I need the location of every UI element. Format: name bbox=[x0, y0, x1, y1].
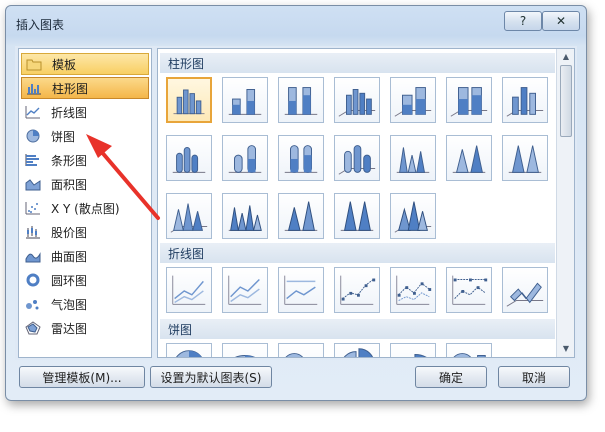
chart-thumb-3d-stacked-column[interactable] bbox=[390, 77, 436, 123]
chart-thumb-exploded-pie[interactable] bbox=[334, 343, 380, 357]
line-chart-icon bbox=[25, 105, 41, 119]
stock-chart-icon bbox=[25, 225, 41, 239]
chart-thumb-pie-of-pie[interactable] bbox=[278, 343, 324, 357]
category-item-stock[interactable]: 股价图 bbox=[21, 221, 149, 243]
bar-chart-icon bbox=[25, 153, 41, 167]
category-item-bar[interactable]: 条形图 bbox=[21, 149, 149, 171]
chart-thumb-clustered-cone[interactable] bbox=[390, 135, 436, 181]
chart-thumb-percent-stacked-pyramid[interactable] bbox=[334, 193, 380, 239]
category-item-line[interactable]: 折线图 bbox=[21, 101, 149, 123]
chart-thumb-stacked-column[interactable] bbox=[222, 77, 268, 123]
category-item-scatter[interactable]: X Y (散点图) bbox=[21, 197, 149, 219]
chart-thumb-percent-stacked-column[interactable] bbox=[278, 77, 324, 123]
chart-thumb-3d-line[interactable] bbox=[502, 267, 548, 313]
category-label: 面积图 bbox=[51, 177, 88, 192]
section-header-line: 折线图 bbox=[160, 243, 555, 263]
pie-chart-icon bbox=[25, 129, 41, 143]
chart-thumb-3d-column[interactable] bbox=[502, 77, 548, 123]
area-chart-icon bbox=[25, 177, 41, 191]
category-label: 圆环图 bbox=[51, 273, 88, 288]
chart-thumb-stacked-cone[interactable] bbox=[446, 135, 492, 181]
chart-thumb-pie[interactable] bbox=[166, 343, 212, 357]
close-button[interactable]: ✕ bbox=[542, 11, 580, 31]
scroll-down-icon[interactable]: ▼ bbox=[560, 343, 572, 355]
category-item-area[interactable]: 面积图 bbox=[21, 173, 149, 195]
ok-button[interactable]: 确定 bbox=[415, 366, 487, 388]
category-label: 曲面图 bbox=[51, 249, 88, 264]
category-label: 股价图 bbox=[51, 225, 88, 240]
column-chart-icon bbox=[26, 81, 42, 95]
bubble-chart-icon bbox=[25, 297, 41, 311]
set-default-chart-button[interactable]: 设置为默认图表(S) bbox=[150, 366, 272, 388]
folder-icon bbox=[26, 57, 42, 71]
category-label: 折线图 bbox=[51, 105, 88, 120]
scroll-up-icon[interactable]: ▲ bbox=[560, 51, 572, 63]
chart-thumb-3d-percent-stacked-column[interactable] bbox=[446, 77, 492, 123]
title-bar: 插入图表 ? ✕ bbox=[6, 6, 586, 40]
chart-thumb-line-with-markers[interactable] bbox=[334, 267, 380, 313]
dialog-body: 模板 柱形图 折线图 饼图 条形图 面积图 X Y (散点图) 股价图 曲面图 … bbox=[15, 46, 577, 360]
chart-thumb-clustered-cylinder[interactable] bbox=[166, 135, 212, 181]
category-label: 模板 bbox=[52, 57, 77, 72]
category-label: 雷达图 bbox=[51, 321, 88, 336]
category-label: X Y (散点图) bbox=[51, 201, 120, 216]
dialog-title: 插入图表 bbox=[16, 18, 65, 32]
chart-thumb-3d-clustered-column[interactable] bbox=[334, 77, 380, 123]
category-label: 饼图 bbox=[51, 129, 76, 144]
chart-thumb-stacked-cylinder[interactable] bbox=[222, 135, 268, 181]
chart-thumb-stacked-line[interactable] bbox=[222, 267, 268, 313]
radar-chart-icon bbox=[25, 321, 41, 335]
chart-category-list: 模板 柱形图 折线图 饼图 条形图 面积图 X Y (散点图) 股价图 曲面图 … bbox=[18, 48, 152, 358]
chart-thumb-stacked-pyramid[interactable] bbox=[278, 193, 324, 239]
chart-thumb-percent-stacked-cylinder[interactable] bbox=[278, 135, 324, 181]
cancel-button[interactable]: 取消 bbox=[498, 366, 570, 388]
category-item-templates[interactable]: 模板 bbox=[21, 53, 149, 75]
chart-thumb-3d-pie[interactable] bbox=[222, 343, 268, 357]
help-button[interactable]: ? bbox=[504, 11, 542, 31]
category-item-pie[interactable]: 饼图 bbox=[21, 125, 149, 147]
category-item-column[interactable]: 柱形图 bbox=[21, 77, 149, 99]
surface-chart-icon bbox=[25, 249, 41, 263]
chart-thumb-3d-cone[interactable] bbox=[166, 193, 212, 239]
chart-thumb-percent-stacked-cone[interactable] bbox=[502, 135, 548, 181]
category-item-surface[interactable]: 曲面图 bbox=[21, 245, 149, 267]
category-label: 柱形图 bbox=[52, 81, 89, 96]
category-item-bubble[interactable]: 气泡图 bbox=[21, 293, 149, 315]
chart-thumb-percent-stacked-line[interactable] bbox=[278, 267, 324, 313]
category-label: 气泡图 bbox=[51, 297, 88, 312]
section-header-column: 柱形图 bbox=[160, 53, 555, 73]
chart-gallery: 柱形图 折线图 饼图 ▲ ▼ bbox=[157, 48, 575, 358]
scatter-chart-icon bbox=[25, 201, 41, 215]
doughnut-chart-icon bbox=[25, 273, 41, 287]
chart-thumb-clustered-column[interactable] bbox=[166, 77, 212, 123]
scroll-thumb[interactable] bbox=[560, 65, 572, 137]
chart-thumb-line[interactable] bbox=[166, 267, 212, 313]
category-item-radar[interactable]: 雷达图 bbox=[21, 317, 149, 339]
section-header-pie: 饼图 bbox=[160, 319, 555, 339]
chart-thumb-3d-pyramid[interactable] bbox=[390, 193, 436, 239]
chart-thumb-clustered-pyramid[interactable] bbox=[222, 193, 268, 239]
category-label: 条形图 bbox=[51, 153, 88, 168]
insert-chart-dialog: 插入图表 ? ✕ 模板 柱形图 折线图 饼图 条形图 面积图 X Y (散点图)… bbox=[5, 5, 587, 401]
chart-thumb-bar-of-pie[interactable] bbox=[446, 343, 492, 357]
gallery-scrollbar[interactable]: ▲ ▼ bbox=[556, 49, 574, 357]
manage-templates-button[interactable]: 管理模板(M)... bbox=[19, 366, 145, 388]
chart-thumb-percent-line-markers[interactable] bbox=[446, 267, 492, 313]
chart-thumb-3d-cylinder[interactable] bbox=[334, 135, 380, 181]
chart-thumb-stacked-line-markers[interactable] bbox=[390, 267, 436, 313]
category-item-doughnut[interactable]: 圆环图 bbox=[21, 269, 149, 291]
chart-thumb-exploded-3d-pie[interactable] bbox=[390, 343, 436, 357]
